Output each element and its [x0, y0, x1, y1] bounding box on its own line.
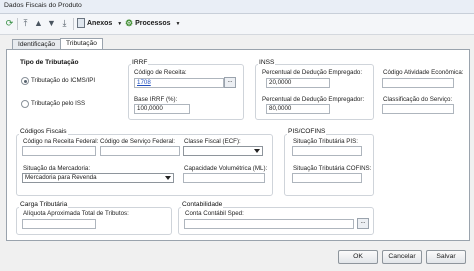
perc-empregador-label: Percentual de Dedução Empregador:	[262, 96, 365, 103]
anexos-button[interactable]: Anexos ▼	[77, 17, 122, 30]
contabilidade-title: Contabilidade	[181, 201, 224, 208]
base-irrf-input[interactable]: 100,0000	[134, 104, 190, 114]
situacao-pis-input[interactable]	[292, 146, 362, 156]
window-title: Dados Fiscais do Produto	[4, 2, 82, 9]
situacao-cofins-input[interactable]	[292, 173, 362, 183]
conta-contabil-input[interactable]	[184, 219, 354, 229]
pis-cofins-title: PIS/COFINS	[287, 128, 327, 135]
first-record-icon[interactable]: ⤒	[20, 18, 31, 29]
anexos-label: Anexos	[87, 20, 113, 27]
chevron-down-icon	[165, 176, 171, 180]
codigo-receita-input[interactable]: 1708	[134, 78, 224, 88]
irrf-title: IRRF	[131, 59, 149, 66]
base-irrf-label: Base IRRF (%):	[134, 96, 178, 103]
atividade-economica-label: Código Atividade Econômica:	[383, 69, 464, 76]
classificacao-servico-input[interactable]	[382, 104, 454, 114]
toolbar-separator	[17, 18, 18, 30]
chevron-down-icon	[254, 149, 260, 153]
perc-empregado-label: Percentual de Dedução Empregado:	[262, 69, 363, 76]
toolbar: ⟳ ⤒ ▲ ▼ ⤓ Anexos ▼ ⚙ Processos ▼	[0, 14, 474, 35]
ok-button[interactable]: OK	[338, 250, 378, 264]
perc-empregado-input[interactable]: 20,0000	[266, 78, 330, 88]
inss-title: INSS	[258, 59, 276, 66]
tipo-tributacao-group	[16, 58, 116, 116]
codigo-servico-federal-input[interactable]	[100, 146, 180, 156]
last-record-icon[interactable]: ⤓	[59, 18, 70, 29]
classe-fiscal-label: Classe Fiscal (ECF):	[184, 138, 241, 145]
attachment-icon	[77, 18, 85, 29]
processos-label: Processos	[135, 20, 171, 27]
next-record-icon[interactable]: ▼	[46, 18, 57, 29]
cancelar-button[interactable]: Cancelar	[382, 250, 422, 264]
aliquota-input[interactable]	[22, 219, 96, 229]
atividade-economica-input[interactable]	[382, 78, 454, 88]
capacidade-volumetrica-input[interactable]	[183, 173, 265, 183]
radio-icms-ipi-label: Tributação do ICMS/IPI	[31, 77, 96, 84]
ok-label: OK	[353, 253, 363, 260]
codigo-receita-federal-label: Código na Receita Federal:	[23, 138, 99, 145]
tab-label: Identificação	[18, 41, 56, 48]
classe-fiscal-select[interactable]	[183, 146, 263, 156]
situacao-pis-label: Situação Tributária PIS:	[293, 138, 359, 145]
salvar-button[interactable]: Salvar	[426, 250, 466, 264]
tab-label: Tributação	[66, 40, 97, 47]
previous-record-icon[interactable]: ▲	[33, 18, 44, 29]
tipo-tributacao-title: Tipo de Tributação	[19, 59, 80, 66]
radio-iss[interactable]	[21, 100, 29, 108]
situacao-mercadoria-value: Mercadoria para Revenda	[25, 174, 97, 181]
toolbar-separator	[73, 18, 74, 30]
carga-tributaria-title: Carga Tributária	[19, 201, 69, 208]
perc-empregador-input[interactable]: 80,0000	[266, 104, 330, 114]
codigo-receita-label: Código de Receita:	[134, 69, 187, 76]
refresh-icon[interactable]: ⟳	[4, 18, 15, 29]
gear-icon: ⚙	[125, 17, 134, 28]
chevron-down-icon: ▼	[175, 21, 181, 27]
codigo-servico-federal-label: Código de Serviço Federal:	[100, 138, 175, 145]
chevron-down-icon: ▼	[117, 21, 123, 27]
radio-iss-label: Tributação pelo ISS	[31, 100, 86, 107]
codigo-receita-federal-input[interactable]	[22, 146, 96, 156]
codigo-receita-lookup-button[interactable]: ...	[224, 77, 236, 88]
classificacao-servico-label: Classificação do Serviço:	[383, 96, 453, 103]
window-titlebar: Dados Fiscais do Produto	[0, 0, 474, 14]
radio-icms-ipi[interactable]	[21, 77, 29, 85]
conta-contabil-label: Conta Contábil Sped:	[185, 210, 244, 217]
codigos-fiscais-title: Códigos Fiscais	[19, 128, 68, 135]
situacao-mercadoria-select[interactable]: Mercadoria para Revenda	[22, 173, 174, 183]
cancelar-label: Cancelar	[388, 253, 416, 260]
situacao-cofins-label: Situação Tributária COFINS:	[293, 165, 372, 172]
processos-button[interactable]: ⚙ Processos ▼	[125, 17, 180, 30]
salvar-label: Salvar	[436, 253, 456, 260]
conta-contabil-lookup-button[interactable]: ...	[357, 218, 369, 229]
aliquota-label: Alíquota Aproximada Total de Tributos:	[23, 210, 129, 217]
capacidade-volumetrica-label: Capacidade Volumétrica (ML):	[184, 165, 268, 172]
situacao-mercadoria-label: Situação da Mercadoria:	[23, 165, 91, 172]
